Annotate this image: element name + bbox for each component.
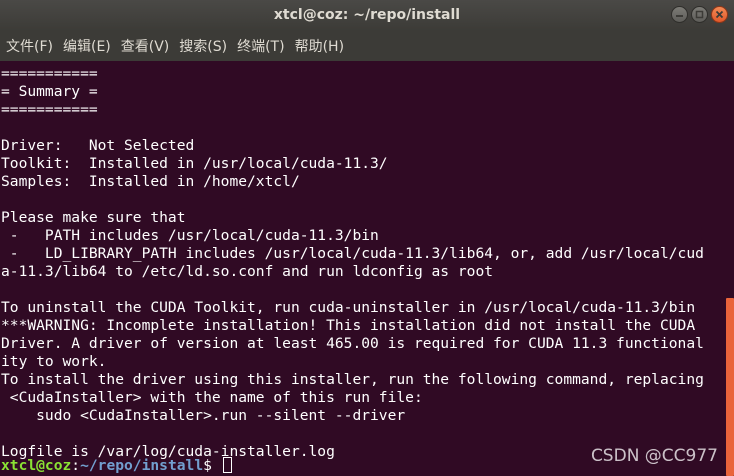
prompt-path: ~/repo/install [80, 457, 204, 474]
terminal-output[interactable]: =========== = Summary = =========== Driv… [0, 62, 722, 476]
watermark: CSDN @CC977 [590, 446, 718, 466]
terminal-line: <CudaInstaller> with the name of this ru… [1, 389, 423, 406]
window-titlebar[interactable]: xtcl@coz: ~/repo/install [0, 0, 734, 31]
prompt-user-host: xtcl@coz [1, 457, 72, 474]
terminal-line: sudo <CudaInstaller>.run --silent --driv… [1, 407, 406, 424]
menu-search[interactable]: 搜索(S) [179, 36, 227, 56]
prompt-symbol: $ [203, 457, 221, 474]
scrollbar-thumb[interactable] [726, 298, 734, 476]
terminal-line: Please make sure that [1, 209, 186, 226]
terminal-line: To install the driver using this install… [1, 371, 704, 388]
terminal-line: = Summary = [1, 83, 98, 100]
terminal-line: To uninstall the CUDA Toolkit, run cuda-… [1, 299, 696, 316]
maximize-button[interactable] [691, 6, 708, 23]
menu-view[interactable]: 查看(V) [121, 36, 170, 56]
text-cursor [222, 457, 232, 473]
minimize-button[interactable] [671, 6, 688, 23]
menu-terminal[interactable]: 终端(T) [237, 36, 284, 56]
minimize-icon [676, 15, 683, 17]
terminal-line: =========== [1, 65, 98, 82]
terminal-text: =========== = Summary = =========== Driv… [0, 62, 722, 461]
terminal-line: Toolkit: Installed in /usr/local/cuda-11… [1, 155, 388, 172]
terminal-line: - PATH includes /usr/local/cuda-11.3/bin [1, 227, 379, 244]
menu-bar: 文件(F) 编辑(E) 查看(V) 搜索(S) 终端(T) 帮助(H) [0, 31, 734, 61]
terminal-scrollbar[interactable] [722, 62, 734, 476]
maximize-icon [695, 10, 704, 19]
prompt-separator: : [71, 457, 81, 474]
window-controls [671, 6, 728, 23]
menu-help[interactable]: 帮助(H) [295, 36, 344, 56]
window-title: xtcl@coz: ~/repo/install [273, 6, 461, 23]
terminal-line: =========== [1, 101, 98, 118]
terminal-line: Driver: Not Selected [1, 137, 195, 154]
shell-prompt[interactable]: xtcl@coz:~/repo/install$ [1, 457, 232, 475]
terminal-line: ***WARNING: Incomplete installation! Thi… [1, 317, 696, 334]
close-icon [715, 10, 724, 19]
terminal-line: Samples: Installed in /home/xtcl/ [1, 173, 300, 190]
close-button[interactable] [711, 6, 728, 23]
terminal-line: ity to work. [1, 353, 107, 370]
menu-file[interactable]: 文件(F) [6, 36, 53, 56]
terminal-line: a-11.3/lib64 to /etc/ld.so.conf and run … [1, 263, 494, 280]
terminal-line: Driver. A driver of version at least 465… [1, 335, 704, 352]
terminal-line: - LD_LIBRARY_PATH includes /usr/local/cu… [1, 245, 704, 262]
menu-edit[interactable]: 编辑(E) [63, 36, 111, 56]
